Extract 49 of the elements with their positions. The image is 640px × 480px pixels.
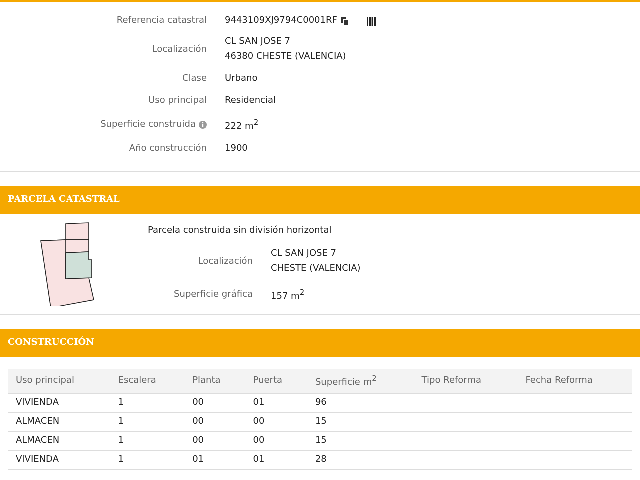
- field-value: 1900: [225, 144, 248, 154]
- barcode-icon[interactable]: [367, 16, 378, 26]
- field-label: Localización: [151, 44, 207, 54]
- parcel-description: Parcela construida sin división horizontal: [148, 226, 333, 236]
- field-value: CHESTE (VALENCIA): [271, 264, 361, 274]
- table-cell: 1: [110, 412, 185, 432]
- table-cell: 01: [245, 450, 308, 470]
- field-label: Superficie gráfica: [173, 290, 253, 300]
- field-value: CL SAN JOSE 7: [271, 249, 337, 259]
- table-cell: 1: [110, 450, 185, 470]
- table-cell: 00: [245, 432, 308, 450]
- table-cell: 15: [307, 412, 414, 432]
- field-label: Clase: [181, 74, 207, 84]
- column-header: Puerta: [245, 369, 308, 394]
- table-cell: 01: [184, 450, 246, 470]
- field-value: 46380 CHESTE (VALENCIA): [225, 52, 346, 62]
- section-header: CONSTRUCCIÓN: [0, 329, 640, 357]
- column-header: Escalera: [110, 369, 185, 394]
- table-cell: VIVIENDA: [8, 394, 110, 412]
- section-header: PARCELA CATASTRAL: [0, 186, 640, 214]
- table-cell: 00: [245, 412, 308, 432]
- table-cell: 96: [307, 394, 414, 412]
- table-cell: VIVIENDA: [8, 450, 110, 470]
- column-header: Fecha Reforma: [518, 369, 632, 394]
- table-cell: 00: [184, 432, 246, 450]
- table-cell: 1: [110, 394, 185, 412]
- table-cell: 00: [184, 412, 246, 432]
- column-header: Tipo Reforma: [414, 369, 518, 394]
- table-cell: 28: [307, 450, 414, 470]
- info-icon[interactable]: [199, 121, 207, 129]
- column-header: Uso principal: [8, 369, 110, 394]
- field-label: Superficie construida: [0, 120, 207, 130]
- field-label: Localización: [197, 256, 253, 266]
- column-header: Planta: [184, 369, 246, 394]
- field-value: Residencial: [225, 96, 276, 106]
- table-cell: 01: [245, 394, 308, 412]
- field-value: Urbano: [225, 74, 258, 84]
- table-cell: 00: [184, 394, 246, 412]
- table-cell: ALMACEN: [8, 412, 110, 432]
- field-label: Referencia catastral: [116, 16, 207, 26]
- field-label: Uso principal: [148, 96, 207, 106]
- table-cell: 1: [110, 432, 185, 450]
- table-cell: ALMACEN: [8, 432, 110, 450]
- table-cell: 15: [307, 432, 414, 450]
- column-header: Superficie m$^{2}$: [307, 369, 414, 394]
- field-label: Año construcción: [128, 144, 207, 154]
- field-value: CL SAN JOSE 7: [225, 37, 291, 47]
- field-value: 9443109XJ9794C0001RF: [225, 16, 338, 26]
- copy-icon[interactable]: [341, 16, 350, 26]
